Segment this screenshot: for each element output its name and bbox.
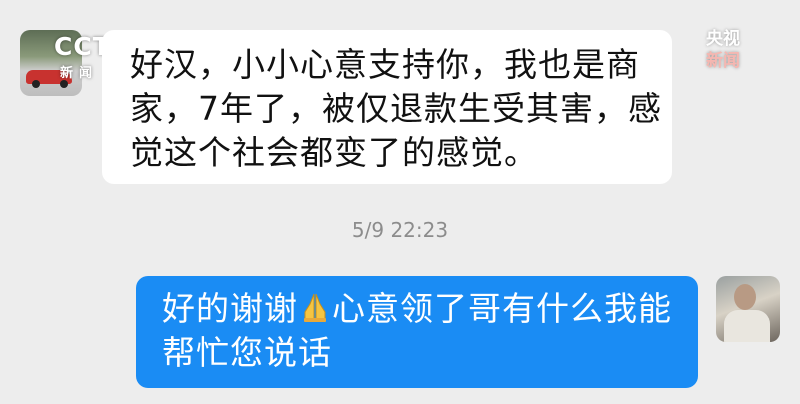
cctv-news-label: 新闻 — [60, 66, 99, 81]
cctv-news-watermark: 央视 新闻 — [696, 28, 750, 76]
avatar-body — [724, 310, 770, 342]
message-timestamp: 5/9 22:23 — [351, 218, 449, 242]
user-avatar-right[interactable] — [716, 276, 780, 342]
outgoing-message-text-start: 好的谢谢 — [162, 289, 298, 328]
incoming-message-bubble[interactable]: 好汉，小小心意支持你，我也是商家，7年了，被仅退款生受其害，感觉这个社会都变了的… — [102, 30, 672, 184]
car-wheel — [60, 80, 68, 88]
avatar-head — [734, 284, 756, 310]
outgoing-message-bubble[interactable]: 好的谢谢 心意领了哥有什么我能帮忙您说话 — [136, 276, 698, 388]
car-wheel — [32, 80, 40, 88]
incoming-message-text: 好汉，小小心意支持你，我也是商家，7年了，被仅退款生受其害，感觉这个社会都变了的… — [130, 45, 662, 172]
pray-icon — [298, 290, 332, 324]
news-logo-line1: 央视 — [706, 29, 740, 49]
news-logo-line2: 新闻 — [706, 51, 740, 71]
